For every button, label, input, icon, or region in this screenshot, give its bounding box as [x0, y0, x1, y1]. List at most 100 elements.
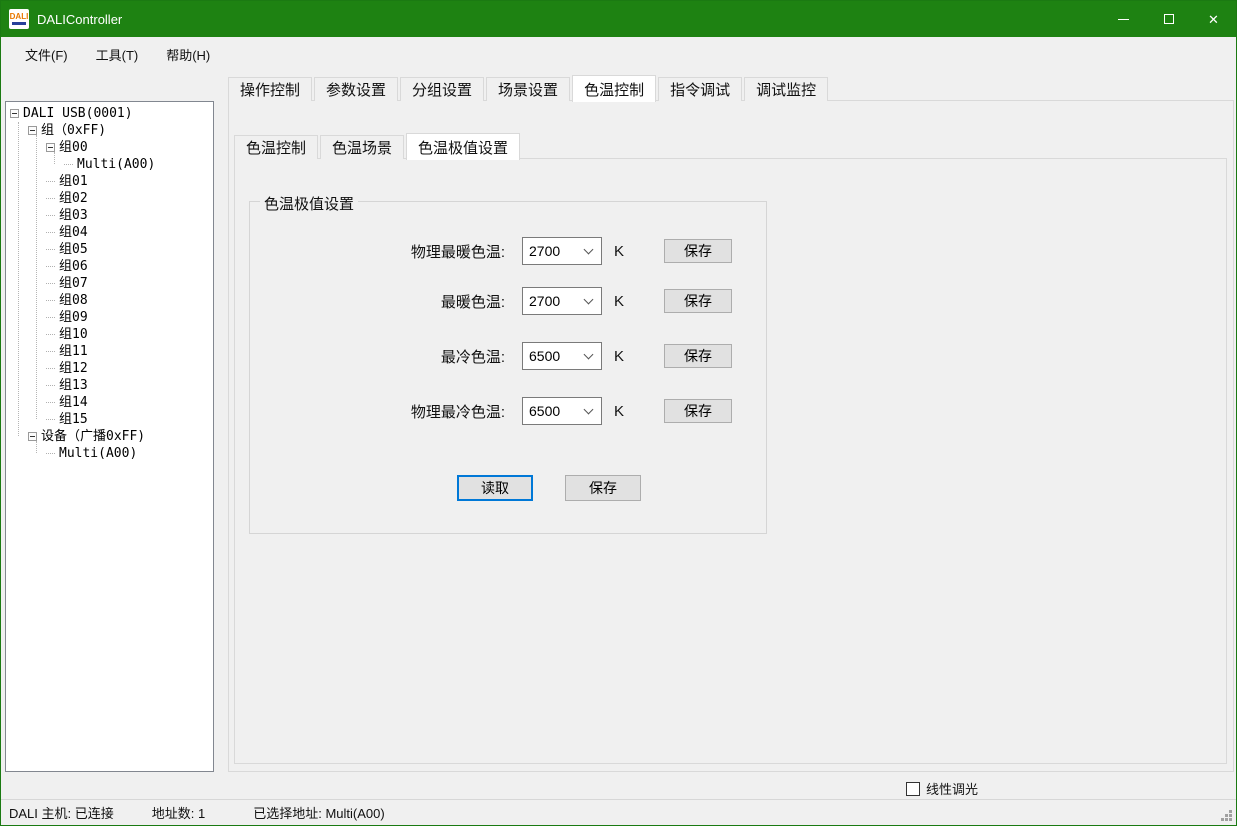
- tree-connector: [46, 368, 55, 369]
- menu-tools[interactable]: 工具(T): [82, 39, 153, 70]
- read-button[interactable]: 读取: [457, 475, 533, 501]
- tree-guide-line: [36, 441, 37, 453]
- tree-item-group08[interactable]: 组08: [6, 292, 213, 309]
- tree-connector: [46, 300, 55, 301]
- field-row-coolest: 最冷色温: 6500 K 保存: [250, 342, 766, 370]
- tree-item-group14[interactable]: 组14: [6, 394, 213, 411]
- physical-warmest-combobox[interactable]: 2700: [522, 237, 602, 265]
- close-button[interactable]: ✕: [1191, 1, 1236, 37]
- tree-item-dali-usb[interactable]: DALI USB(0001): [6, 105, 213, 122]
- maximize-button[interactable]: [1146, 1, 1191, 37]
- tree-connector: [46, 334, 55, 335]
- chevron-down-icon: [584, 350, 594, 360]
- tree-connector: [46, 266, 55, 267]
- tree-item-group09[interactable]: 组09: [6, 309, 213, 326]
- tree-connector: [46, 385, 55, 386]
- physical-warmest-label: 物理最暖色温:: [250, 241, 505, 262]
- tree-item-group12[interactable]: 组12: [6, 360, 213, 377]
- title-bar: DALI DALIController ✕: [1, 1, 1236, 37]
- field-row-physical-coolest: 物理最冷色温: 6500 K 保存: [250, 397, 766, 425]
- collapse-icon[interactable]: [10, 109, 19, 118]
- collapse-icon[interactable]: [46, 143, 55, 152]
- tree-item-device-broadcast[interactable]: 设备（广播0xFF): [6, 428, 213, 445]
- tree-guide-line: [18, 122, 19, 436]
- collapse-icon[interactable]: [28, 432, 37, 441]
- save-warmest-button[interactable]: 保存: [664, 289, 732, 313]
- save-all-button[interactable]: 保存: [565, 475, 641, 501]
- save-physical-warmest-button[interactable]: 保存: [664, 239, 732, 263]
- tree-item-group11[interactable]: 组11: [6, 343, 213, 360]
- tree-item-group15[interactable]: 组15: [6, 411, 213, 428]
- tree-item-group03[interactable]: 组03: [6, 207, 213, 224]
- maximize-icon: [1164, 14, 1174, 24]
- tree-connector: [46, 283, 55, 284]
- unit-kelvin: K: [614, 293, 628, 310]
- minimize-icon: [1118, 19, 1129, 20]
- linear-dimming-label: 线性调光: [926, 779, 978, 798]
- device-tree: DALI USB(0001) 组（0xFF) 组00 Multi(A00) 组0…: [6, 102, 213, 462]
- field-row-physical-warmest: 物理最暖色温: 2700 K 保存: [250, 237, 766, 265]
- tab-command-debug[interactable]: 指令调试: [658, 77, 742, 101]
- status-address-count: 地址数: 1: [152, 803, 205, 822]
- tree-item-group00[interactable]: 组00: [6, 139, 213, 156]
- resize-grip-icon[interactable]: [1229, 810, 1232, 813]
- status-host-connection: DALI 主机: 已连接: [9, 803, 114, 822]
- tab-scene-settings[interactable]: 场景设置: [486, 77, 570, 101]
- tree-connector: [46, 419, 55, 420]
- tab-parameter-settings[interactable]: 参数设置: [314, 77, 398, 101]
- tree-item-group02[interactable]: 组02: [6, 190, 213, 207]
- color-temp-extremes-groupbox: 色温极值设置 物理最暖色温: 2700 K 保存 最暖色温: 2700 K 保存…: [249, 201, 767, 534]
- tab-grouping-settings[interactable]: 分组设置: [400, 77, 484, 101]
- tree-connector: [46, 351, 55, 352]
- close-icon: ✕: [1208, 13, 1219, 26]
- tree-item-group04[interactable]: 组04: [6, 224, 213, 241]
- tree-item-multi-a00-device[interactable]: Multi(A00): [6, 445, 213, 462]
- main-tabstrip: 操作控制 参数设置 分组设置 场景设置 色温控制 指令调试 调试监控: [228, 74, 830, 101]
- field-row-warmest: 最暖色温: 2700 K 保存: [250, 287, 766, 315]
- tree-connector: [46, 198, 55, 199]
- app-window: DALI DALIController ✕ 文件(F) 工具(T) 帮助(H) …: [0, 0, 1237, 826]
- subtab-color-temp-control[interactable]: 色温控制: [234, 135, 318, 159]
- save-coolest-button[interactable]: 保存: [664, 344, 732, 368]
- collapse-icon[interactable]: [28, 126, 37, 135]
- tree-connector: [46, 453, 55, 454]
- unit-kelvin: K: [614, 403, 628, 420]
- subtab-color-temp-scene[interactable]: 色温场景: [320, 135, 404, 159]
- tree-item-group10[interactable]: 组10: [6, 326, 213, 343]
- tree-item-group05[interactable]: 组05: [6, 241, 213, 258]
- menu-help[interactable]: 帮助(H): [152, 39, 224, 70]
- coolest-label: 最冷色温:: [250, 346, 505, 367]
- subtab-color-temp-extremes[interactable]: 色温极值设置: [406, 133, 520, 160]
- save-physical-coolest-button[interactable]: 保存: [664, 399, 732, 423]
- tree-item-group07[interactable]: 组07: [6, 275, 213, 292]
- status-bar: DALI 主机: 已连接 地址数: 1 已选择地址: Multi(A00): [1, 799, 1236, 825]
- tree-item-group01[interactable]: 组01: [6, 173, 213, 190]
- unit-kelvin: K: [614, 348, 628, 365]
- tree-item-group-root[interactable]: 组（0xFF): [6, 122, 213, 139]
- linear-dimming-checkbox[interactable]: [906, 782, 920, 796]
- tree-connector: [46, 215, 55, 216]
- tree-item-group13[interactable]: 组13: [6, 377, 213, 394]
- coolest-combobox[interactable]: 6500: [522, 342, 602, 370]
- chevron-down-icon: [584, 245, 594, 255]
- groupbox-title: 色温极值设置: [260, 193, 358, 214]
- warmest-label: 最暖色温:: [250, 291, 505, 312]
- tree-connector: [46, 249, 55, 250]
- chevron-down-icon: [584, 295, 594, 305]
- tree-connector: [64, 164, 73, 165]
- sub-tabstrip: 色温控制 色温场景 色温极值设置: [234, 131, 522, 159]
- tree-connector: [46, 232, 55, 233]
- minimize-button[interactable]: [1101, 1, 1146, 37]
- tab-debug-monitor[interactable]: 调试监控: [744, 77, 828, 101]
- device-tree-panel: DALI USB(0001) 组（0xFF) 组00 Multi(A00) 组0…: [5, 101, 214, 772]
- app-icon: DALI: [9, 9, 29, 29]
- chevron-down-icon: [584, 405, 594, 415]
- menu-file[interactable]: 文件(F): [11, 39, 82, 70]
- warmest-combobox[interactable]: 2700: [522, 287, 602, 315]
- physical-coolest-combobox[interactable]: 6500: [522, 397, 602, 425]
- tree-guide-line: [54, 152, 55, 164]
- tab-operation-control[interactable]: 操作控制: [228, 77, 312, 101]
- tree-item-group06[interactable]: 组06: [6, 258, 213, 275]
- tab-color-temp-control[interactable]: 色温控制: [572, 75, 656, 102]
- tree-item-multi-a00[interactable]: Multi(A00): [6, 156, 213, 173]
